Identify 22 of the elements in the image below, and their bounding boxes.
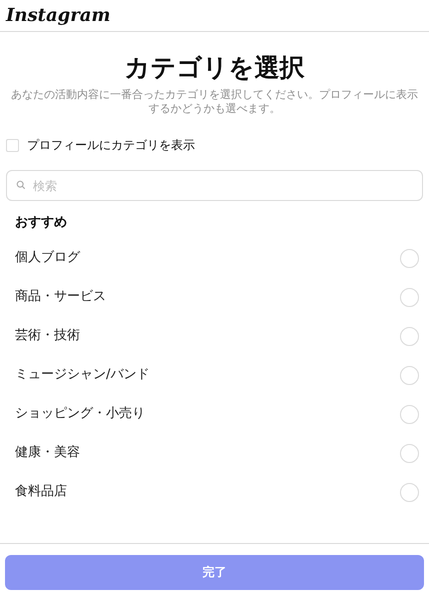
category-option[interactable]: ショッピング・小売り: [6, 394, 423, 434]
radio-button[interactable]: [400, 326, 419, 346]
radio-button[interactable]: [400, 288, 419, 306]
logo: Instagram: [6, 4, 110, 28]
category-option[interactable]: 芸術・技術: [6, 316, 423, 356]
description: あなたの活動内容に一番合ったカテゴリを選択してください。プロフィールに表示するかどうかも選べます。: [10, 88, 419, 116]
radio-button[interactable]: [400, 444, 419, 462]
checkbox[interactable]: [6, 138, 19, 152]
category-option[interactable]: 個人ブログ: [6, 238, 423, 278]
page-title: カテゴリを選択: [124, 52, 306, 84]
category-option[interactable]: ミュージシャン/バンド: [6, 356, 423, 394]
search-icon: [16, 180, 26, 190]
search-field[interactable]: 検索: [6, 170, 423, 201]
category-option[interactable]: 商品・サービス: [6, 278, 423, 316]
radio-button[interactable]: [400, 404, 419, 424]
radio-button[interactable]: [400, 366, 419, 384]
category-option[interactable]: 食料品店: [6, 472, 423, 512]
section-heading: おすすめ: [15, 214, 68, 232]
checkbox-label: プロフィールにカテゴリを表示: [27, 137, 195, 154]
radio-button[interactable]: [400, 482, 419, 502]
radio-button[interactable]: [400, 248, 419, 268]
category-option[interactable]: 健康・美容: [6, 434, 423, 472]
